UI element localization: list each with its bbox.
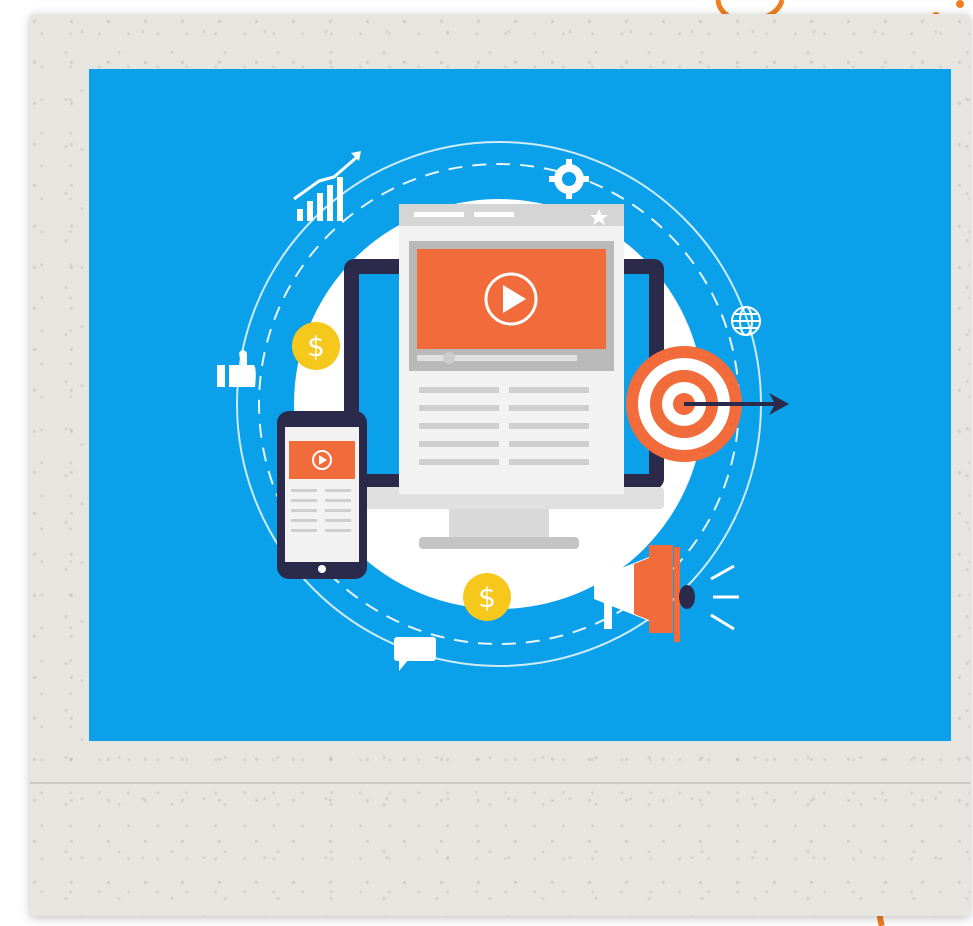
- polaroid-frame: $ $: [30, 14, 970, 916]
- decorative-dot: [956, 0, 964, 8]
- browser-tab: [414, 212, 464, 217]
- monitor-stand: [449, 509, 549, 539]
- browser-tab: [474, 212, 514, 217]
- globe-icon: [731, 306, 761, 336]
- marketing-illustration: $ $: [89, 69, 951, 741]
- phone-home-button: [318, 565, 326, 573]
- illustration-canvas: $ $: [217, 141, 789, 671]
- dollar-coin-icon: $: [292, 322, 340, 370]
- gear-icon: [549, 159, 589, 199]
- video-progress-bar: [417, 355, 577, 361]
- svg-text:$: $: [478, 581, 496, 614]
- monitor-base: [419, 537, 579, 549]
- paper-fold-line: [30, 782, 970, 784]
- thumbs-up-icon: [217, 350, 256, 387]
- dollar-coin-icon: $: [463, 573, 511, 621]
- growth-chart-icon: [293, 151, 361, 221]
- target-icon: [626, 346, 789, 462]
- svg-text:$: $: [307, 330, 325, 363]
- chat-bubble-icon: [394, 637, 436, 671]
- video-progress-knob: [443, 352, 455, 364]
